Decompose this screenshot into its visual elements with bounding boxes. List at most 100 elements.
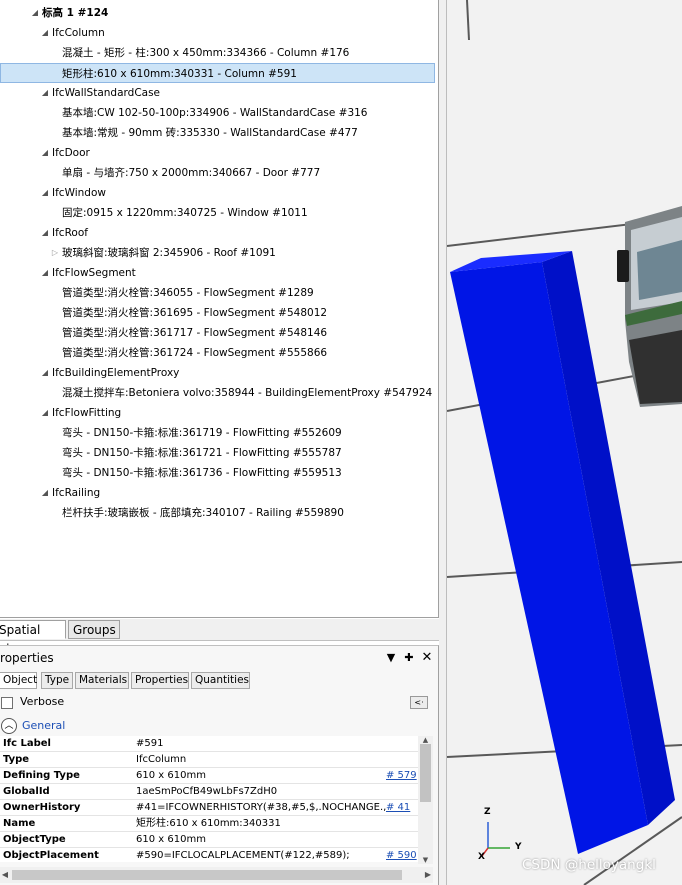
tree-item[interactable]: 管道类型:消火栓管:361724 - FlowSegment #555866	[0, 343, 436, 363]
tree-item-label: 基本墙:常规 - 90mm 砖:335330 - WallStandardCas…	[62, 127, 358, 139]
tree-item[interactable]: 混凝土 - 矩形 - 柱:300 x 450mm:334366 - Column…	[0, 43, 436, 63]
tree-item[interactable]: 单扇 - 与墙齐:750 x 2000mm:340667 - Door #777	[0, 163, 436, 183]
collapse-all-button[interactable]: <·	[410, 696, 428, 709]
tree-item-label: 玻璃斜窗:玻璃斜窗 2:345906 - Roof #1091	[62, 247, 276, 259]
tab-spatial-view[interactable]: Spatial view	[0, 620, 66, 656]
tree-item-label: 弯头 - DN150-卡箍:标准:361719 - FlowFitting #5…	[62, 427, 342, 439]
tree-group-ifcwindow[interactable]: ◢ IfcWindow	[0, 183, 436, 203]
tree-group-label: IfcRoof	[52, 227, 88, 239]
subtab-properties[interactable]: Properties	[131, 672, 189, 689]
scroll-down-icon[interactable]: ▼	[418, 856, 433, 864]
tree-group-ifcroof[interactable]: ◢ IfcRoof	[0, 223, 436, 243]
expand-caret-icon[interactable]: ◢	[40, 483, 50, 503]
tree-item-label: 管道类型:消火栓管:361695 - FlowSegment #548012	[62, 307, 328, 319]
tree-item[interactable]: 混凝土搅拌车:Betoniera volvo:358944 - Building…	[0, 383, 436, 403]
vertical-scroll-thumb[interactable]	[420, 744, 431, 802]
subtab-type[interactable]: Type	[41, 672, 73, 689]
tree-group-label: IfcDoor	[52, 147, 90, 159]
tree-item[interactable]: 栏杆扶手:玻璃嵌板 - 底部填充:340107 - Railing #55989…	[0, 503, 436, 523]
collapse-section-icon[interactable]: ︿	[1, 718, 17, 734]
tree-item-selected[interactable]: 矩形柱:610 x 610mm:340331 - Column #591	[0, 63, 435, 83]
expand-caret-icon[interactable]: ◢	[40, 23, 50, 43]
subtab-quantities[interactable]: Quantities	[191, 672, 250, 689]
tree-item-label: 管道类型:消火栓管:361724 - FlowSegment #555866	[62, 347, 328, 359]
tree-group-ifcflowfitting[interactable]: ◢ IfcFlowFitting	[0, 403, 436, 423]
expand-caret-icon[interactable]: ◢	[40, 143, 50, 163]
tree-item[interactable]: 弯头 - DN150-卡箍:标准:361736 - FlowFitting #5…	[0, 463, 436, 483]
tree-group-label: IfcFlowSegment	[52, 267, 136, 279]
close-icon[interactable]: ✕	[420, 651, 434, 664]
property-value: #41=IFCOWNERHISTORY(#38,#5,$,.NOCHANGE.,…	[136, 802, 386, 813]
expand-caret-icon[interactable]: ◢	[40, 263, 50, 283]
subtab-materials[interactable]: Materials	[75, 672, 129, 689]
tree-item[interactable]: ▷ 玻璃斜窗:玻璃斜窗 2:345906 - Roof #1091	[0, 243, 436, 263]
tree-group-ifcbuildingelementproxy[interactable]: ◢ IfcBuildingElementProxy	[0, 363, 436, 383]
view-tabs: Spatial view Groups	[0, 619, 439, 656]
tree-item[interactable]: 管道类型:消火栓管:361695 - FlowSegment #548012	[0, 303, 436, 323]
property-link[interactable]: # 590	[386, 848, 418, 862]
property-link[interactable]: # 579	[386, 768, 418, 784]
expand-caret-icon[interactable]: ◢	[40, 223, 50, 243]
tree-root[interactable]: ◢ 标高 1 #124	[0, 3, 436, 23]
3d-scene	[447, 0, 682, 885]
property-row[interactable]: GlobalId 1aeSmPoCfB49wLbFs7ZdH0	[0, 784, 418, 800]
tree-group-label: IfcRailing	[52, 487, 101, 499]
scroll-right-icon[interactable]: ▶	[423, 867, 433, 883]
property-row[interactable]: ObjectPlacement #590=IFCLOCALPLACEMENT(#…	[0, 848, 418, 862]
property-link[interactable]: # 41	[386, 800, 418, 816]
subtab-label: Object	[3, 674, 38, 686]
property-key: Type	[3, 754, 30, 765]
property-row[interactable]: Type IfcColumn	[0, 752, 418, 768]
property-value: IfcColumn	[136, 754, 187, 765]
tab-groups[interactable]: Groups	[68, 620, 120, 639]
subtab-label: Quantities	[195, 674, 250, 686]
property-row[interactable]: Name 矩形柱:610 x 610mm:340331	[0, 816, 418, 832]
tree-item[interactable]: 固定:0915 x 1220mm:340725 - Window #1011	[0, 203, 436, 223]
tree-item[interactable]: 弯头 - DN150-卡箍:标准:361719 - FlowFitting #5…	[0, 423, 436, 443]
property-row[interactable]: Defining Type 610 x 610mm # 579	[0, 768, 418, 784]
panel-splitter[interactable]	[439, 0, 447, 885]
property-key: Defining Type	[3, 770, 80, 781]
tree-group-ifcrailing[interactable]: ◢ IfcRailing	[0, 483, 436, 503]
property-row[interactable]: Ifc Label #591	[0, 736, 418, 752]
axis-y-label: Y	[515, 842, 522, 852]
tab-label: Groups	[73, 623, 116, 637]
expand-caret-icon[interactable]: ◢	[40, 83, 50, 103]
tree-group-ifccolumn[interactable]: ◢ IfcColumn	[0, 23, 436, 43]
tree-item[interactable]: 弯头 - DN150-卡箍:标准:361721 - FlowFitting #5…	[0, 443, 436, 463]
property-row[interactable]: OwnerHistory #41=IFCOWNERHISTORY(#38,#5,…	[0, 800, 418, 816]
dropdown-arrow-icon[interactable]: ▼	[384, 652, 398, 664]
properties-title-text: Properties	[0, 651, 54, 665]
expand-caret-icon[interactable]: ◢	[40, 183, 50, 203]
properties-subtabs: Object Type Materials Properties Quantit…	[0, 672, 439, 690]
expand-caret-icon[interactable]: ◢	[30, 3, 40, 23]
expand-caret-icon[interactable]: ◢	[40, 403, 50, 423]
property-row[interactable]: ObjectType 610 x 610mm	[0, 832, 418, 848]
general-section-header[interactable]: ︿ General	[0, 716, 420, 736]
tree-item[interactable]: 基本墙:常规 - 90mm 砖:335330 - WallStandardCas…	[0, 123, 436, 143]
model-tree-panel[interactable]: ◢ 标高 1 #124 ◢ IfcColumn 混凝土 - 矩形 - 柱:300…	[0, 0, 439, 618]
property-key: GlobalId	[3, 786, 50, 797]
vertical-scrollbar[interactable]: ▲ ▼	[418, 736, 433, 864]
tree-item-label: 管道类型:消火栓管:361717 - FlowSegment #548146	[62, 327, 328, 339]
tree-item[interactable]: 管道类型:消火栓管:361717 - FlowSegment #548146	[0, 323, 436, 343]
expand-caret-icon[interactable]: ◢	[40, 363, 50, 383]
subtab-label: Type	[45, 674, 70, 686]
scroll-up-icon[interactable]: ▲	[418, 736, 433, 744]
tree-item[interactable]: 基本墙:CW 102-50-100p:334906 - WallStandard…	[0, 103, 436, 123]
subtab-object[interactable]: Object	[0, 672, 37, 689]
tree-group-label: IfcColumn	[52, 27, 105, 39]
tree-group-ifcflowsegment[interactable]: ◢ IfcFlowSegment	[0, 263, 436, 283]
tree-group-label: IfcWallStandardCase	[52, 87, 161, 99]
tree-group-ifcdoor[interactable]: ◢ IfcDoor	[0, 143, 436, 163]
tree-group-ifcwallstandardcase[interactable]: ◢ IfcWallStandardCase	[0, 83, 436, 103]
tree-item-label: 弯头 - DN150-卡箍:标准:361736 - FlowFitting #5…	[62, 467, 342, 479]
pin-icon[interactable]: ✚	[402, 652, 416, 664]
3d-viewport[interactable]: Z Y X	[447, 0, 682, 885]
horizontal-scroll-thumb[interactable]	[12, 870, 402, 880]
verbose-checkbox[interactable]	[1, 697, 13, 709]
scroll-left-icon[interactable]: ◀	[0, 867, 10, 883]
collapsed-caret-icon[interactable]: ▷	[50, 243, 60, 263]
tree-item[interactable]: 管道类型:消火栓管:346055 - FlowSegment #1289	[0, 283, 436, 303]
horizontal-scrollbar[interactable]: ◀ ▶	[0, 867, 433, 883]
